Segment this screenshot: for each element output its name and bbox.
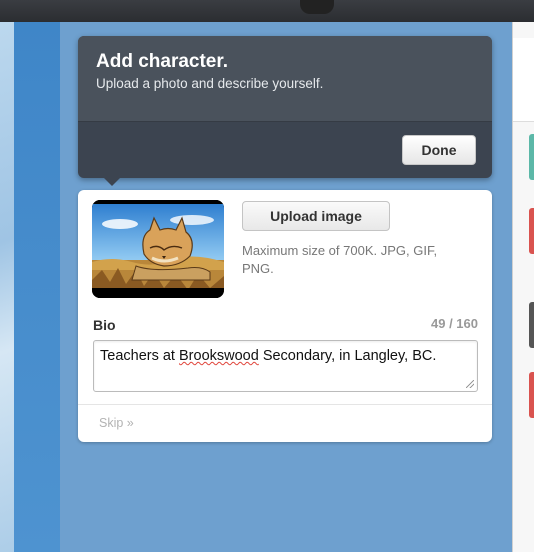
right-panel-chip[interactable]	[529, 134, 534, 180]
dialog-header: Add character. Upload a photo and descri…	[78, 36, 492, 122]
right-panel-chip[interactable]	[529, 302, 534, 348]
add-character-dialog: Add character. Upload a photo and descri…	[78, 36, 492, 178]
done-button[interactable]: Done	[402, 135, 476, 165]
bio-label: Bio	[93, 317, 116, 333]
dialog-pointer-arrow	[102, 176, 122, 186]
resize-handle-icon[interactable]	[466, 380, 474, 388]
avatar-lynx-image	[92, 200, 224, 298]
dialog-title: Add character.	[96, 51, 228, 72]
upload-image-button[interactable]: Upload image	[242, 201, 390, 231]
top-bar-notch	[300, 0, 334, 14]
bio-text-part: Teachers at	[100, 348, 179, 364]
right-panel-chip[interactable]	[529, 372, 534, 418]
right-panel-chip[interactable]	[529, 208, 534, 254]
bio-textarea[interactable]: Teachers at Brookswood Secondary, in Lan…	[93, 340, 478, 392]
profile-card: Upload image Maximum size of 700K. JPG, …	[78, 190, 492, 442]
left-background-panel	[0, 22, 60, 552]
skip-link[interactable]: Skip »	[99, 416, 134, 430]
right-panel-header	[513, 38, 534, 122]
bio-text-part: Secondary, in Langley, BC.	[258, 348, 437, 364]
bio-misspelled-word: Brookswood	[179, 348, 259, 364]
left-blue-stripe	[14, 22, 60, 552]
bio-character-count: 49 / 160	[431, 316, 478, 331]
card-divider	[78, 404, 492, 405]
right-side-panel	[512, 22, 534, 552]
top-navigation-bar	[0, 0, 534, 22]
upload-size-hint: Maximum size of 700K. JPG, GIF, PNG.	[242, 243, 438, 276]
dialog-subtitle: Upload a photo and describe yourself.	[96, 76, 324, 91]
